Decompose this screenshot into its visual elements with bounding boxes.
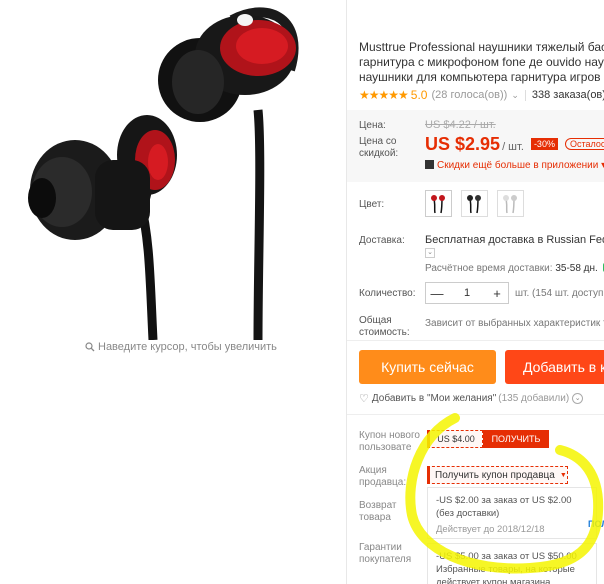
- search-icon: [85, 342, 95, 352]
- per-unit: / шт.: [502, 141, 524, 153]
- coupon-terms: (без доставки): [436, 508, 500, 519]
- get-coupon-button[interactable]: ПОЛУЧИТЬ: [483, 430, 549, 448]
- return-label: Возврат товара: [359, 500, 397, 524]
- chevron-down-icon[interactable]: ⌄: [511, 90, 519, 101]
- add-to-cart-button[interactable]: Добавить в к: [505, 350, 604, 384]
- discount-price-label: Цена со скидкой:: [359, 136, 398, 160]
- price-label: Цена:: [359, 120, 386, 131]
- quantity-minus-button[interactable]: —: [426, 286, 448, 301]
- heart-icon: ♡: [359, 393, 369, 405]
- shipping-value[interactable]: Бесплатная доставка в Russian Federa: [425, 234, 604, 246]
- votes-link[interactable]: (28 голоса(ов)): [431, 89, 507, 101]
- new-user-coupon-label: Купон нового пользовате: [359, 430, 420, 454]
- color-swatch-red[interactable]: [425, 190, 452, 217]
- coupon-terms: -US $2.00 за заказ от US $2.00: [436, 495, 572, 506]
- rating-stars: ★★★★★: [359, 88, 409, 102]
- current-price: US $2.95: [425, 134, 501, 154]
- quantity-input[interactable]: 1: [448, 287, 486, 299]
- seller-coupon-dropdown-text: Получить купон продавца: [435, 469, 555, 481]
- separator: [524, 89, 526, 101]
- new-user-coupon: US $4.00 ПОЛУЧИТЬ: [427, 430, 559, 448]
- divider: [347, 340, 604, 341]
- color-label: Цвет:: [359, 199, 385, 210]
- seller-coupon-card: -US $2.00 за заказ от US $2.00 (без дост…: [427, 487, 597, 539]
- stock-badge: Осталос: [565, 138, 604, 150]
- title-line: гарнитура с микрофоном fone де ouvido на…: [359, 55, 604, 69]
- title-line: наушники для компьютера гарнитура игров: [359, 70, 601, 84]
- wishlist-text: Добавить в "Мои желания": [371, 393, 497, 404]
- shipping-dropdown-icon[interactable]: ⌄: [425, 248, 435, 258]
- wishlist-count: (135 добавили): [498, 393, 570, 404]
- coupon-expiry: Действует до 2018/12/18: [436, 524, 545, 535]
- product-detail-panel: Musttrue Professional наушники тяжелый б…: [347, 0, 604, 584]
- total-label: Общая стоимость:: [359, 315, 410, 339]
- quantity-available: шт. (154 шт. доступно: [515, 287, 604, 299]
- color-swatches: [425, 190, 530, 220]
- wishlist-link[interactable]: ♡ Добавить в "Мои желания" (135 добавили…: [359, 392, 584, 405]
- chevron-down-icon[interactable]: ⌄: [572, 393, 584, 404]
- shipping-label: Доставка:: [359, 235, 405, 246]
- delivery-time-label: Расчётное время доставки:: [425, 263, 553, 274]
- quantity-label: Количество:: [359, 288, 416, 299]
- label-line: пользовате: [359, 442, 412, 453]
- coupon-terms: действует купон магазина: [436, 577, 551, 584]
- get-seller-coupon-link[interactable]: ПОЛ: [588, 519, 604, 529]
- seller-promo-label: Акция продавца:: [359, 465, 406, 489]
- discount-badge: -30%: [530, 138, 558, 150]
- qr-code-icon: [425, 160, 434, 169]
- label-line: Купон нового: [359, 430, 420, 441]
- current-price-row: US $2.95/ шт. -30% Осталос: [425, 134, 604, 155]
- app-promo-text: Скидки ещё больше в приложении: [437, 160, 599, 171]
- delivery-time-row: Расчётное время доставки: 35-58 дн.: [425, 263, 604, 274]
- label-line: Возврат: [359, 500, 397, 511]
- product-title: Musttrue Professional наушники тяжелый б…: [359, 40, 604, 85]
- zoom-hint-text: Наведите курсор, чтобы увеличить: [98, 341, 277, 353]
- color-swatch-black[interactable]: [461, 190, 489, 217]
- chevron-down-icon: ▼: [559, 471, 567, 479]
- quantity-row: — 1 + шт. (154 шт. доступно: [425, 282, 604, 304]
- rating-row: ★★★★★ 5.0 (28 голоса(ов)) ⌄ 338 заказа(о…: [359, 88, 604, 102]
- zoom-hint: Наведите курсор, чтобы увеличить: [85, 341, 277, 353]
- seller-coupon-dropdown[interactable]: Получить купон продавца ▼: [427, 466, 568, 484]
- label-line: скидкой:: [359, 148, 399, 159]
- divider: [347, 414, 604, 415]
- label-line: Цена со: [359, 136, 397, 147]
- product-image[interactable]: [0, 0, 347, 340]
- label-line: Акция: [359, 465, 387, 476]
- coupon-terms: -US $5.00 за заказ от US $50.00: [436, 551, 577, 562]
- new-user-coupon-value: US $4.00: [427, 430, 483, 448]
- app-promo[interactable]: Скидки ещё больше в приложении ▾: [425, 160, 604, 171]
- label-line: продавца:: [359, 477, 407, 488]
- label-line: Гарантии: [359, 542, 402, 553]
- buy-now-button[interactable]: Купить сейчас: [359, 350, 496, 384]
- label-line: Общая: [359, 315, 392, 326]
- seller-coupon-card: -US $5.00 за заказ от US $50.00 Избранны…: [427, 543, 597, 584]
- delivery-time-value: 35-58 дн.: [555, 263, 598, 274]
- price-block: Цена: US $4.22 / шт. Цена со скидкой: US…: [347, 110, 604, 182]
- old-price: US $4.22 / шт.: [425, 119, 496, 131]
- quantity-stepper: — 1 +: [425, 282, 509, 304]
- label-line: покупателя: [359, 554, 412, 565]
- color-swatch-white[interactable]: [497, 190, 525, 217]
- title-line: Musttrue Professional наушники тяжелый б…: [359, 40, 604, 54]
- coupon-terms: Избранные товары, на которые: [436, 564, 575, 575]
- orders-count: 338 заказа(ов): [531, 89, 604, 101]
- label-line: товара: [359, 512, 391, 523]
- product-image-panel: Наведите курсор, чтобы увеличить: [0, 0, 347, 584]
- total-value: Зависит от выбранных характеристик то: [425, 318, 604, 329]
- quantity-plus-button[interactable]: +: [486, 286, 508, 301]
- rating-value: 5.0: [410, 88, 428, 102]
- guarantee-label: Гарантии покупателя: [359, 542, 411, 566]
- label-line: стоимость:: [359, 327, 410, 338]
